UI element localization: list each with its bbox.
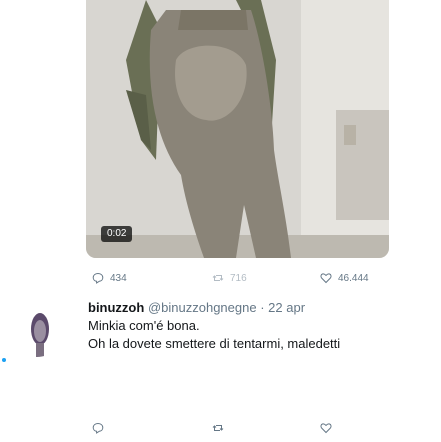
- avatar[interactable]: [12, 307, 62, 357]
- reply-icon: [92, 272, 104, 284]
- tweet-text-line-2: Oh la dovete smettere di tentarmi, maled…: [88, 336, 341, 351]
- display-name[interactable]: binuzzoh: [88, 300, 144, 315]
- reply-button[interactable]: [92, 422, 104, 434]
- tweet-header: binuzzoh @binuzzohgnegne · 22 apr: [88, 300, 305, 316]
- tweet1-actions: 434 716 46.444: [0, 272, 441, 292]
- retweet-icon: [212, 272, 224, 284]
- reply-button[interactable]: 434: [92, 272, 127, 284]
- like-icon: [320, 272, 332, 284]
- like-count: 46.444: [338, 272, 369, 284]
- like-button[interactable]: 46.444: [320, 272, 369, 284]
- tweet-date[interactable]: 22 apr: [268, 300, 305, 315]
- like-icon: [320, 422, 332, 434]
- retweet-icon: [212, 422, 224, 434]
- tweet-text-line-1: Minkia com'é bona.: [88, 318, 200, 333]
- tweet-video[interactable]: 0:02: [86, 0, 389, 258]
- user-handle[interactable]: @binuzzohgnegne: [148, 300, 257, 315]
- video-duration: 0:02: [101, 226, 133, 242]
- reply-icon: [92, 422, 104, 434]
- separator: ·: [260, 300, 265, 315]
- retweet-count: 716: [230, 272, 247, 284]
- unread-indicator: [2, 358, 6, 362]
- retweet-button[interactable]: [212, 422, 224, 434]
- retweet-button[interactable]: 716: [212, 272, 247, 284]
- reply-count: 434: [110, 272, 127, 284]
- tweet2-actions: [0, 422, 441, 442]
- like-button[interactable]: [320, 422, 332, 434]
- video-frame-image: [86, 0, 389, 258]
